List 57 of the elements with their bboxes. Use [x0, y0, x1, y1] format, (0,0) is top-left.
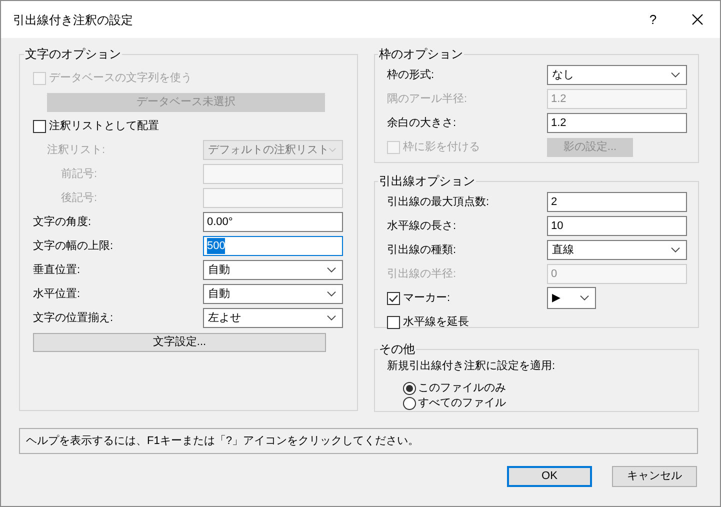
field-label: 文字の位置揃え:	[33, 312, 114, 324]
chevron-icon	[327, 315, 336, 321]
field-label: 前記号:	[61, 168, 98, 180]
checkbox[interactable]	[387, 292, 400, 304]
dropdown[interactable]: 直線	[547, 240, 687, 260]
group-title: 枠のオプション	[378, 46, 464, 63]
chevron-icon	[327, 267, 336, 273]
checkbox-label: データベースの文字列を使う	[49, 70, 192, 86]
input-field[interactable]: 0.00°	[203, 212, 343, 232]
chevron-icon	[671, 247, 680, 253]
window-title: 引出線付き注釈の設定	[13, 12, 133, 28]
chevron-icon	[329, 147, 336, 153]
input-field[interactable]: 500	[203, 236, 343, 256]
field-label: 引出線の最大頂点数:	[387, 196, 490, 208]
dialog-button[interactable]: キャンセル	[612, 466, 697, 487]
radio-button[interactable]	[403, 396, 416, 410]
checkbox-label: マーカー:	[403, 290, 450, 306]
checkbox[interactable]	[387, 316, 400, 328]
radio-button[interactable]	[403, 382, 416, 394]
field-label: 隅のアール半径:	[387, 92, 468, 105]
checkbox-label: 水平線を延長	[403, 314, 469, 330]
help-button[interactable]: ?	[638, 4, 668, 34]
field-label: 後記号:	[61, 192, 98, 204]
chevron-icon	[671, 72, 680, 78]
group-label: 新規引出線付き注釈に設定を適用:	[387, 358, 556, 374]
field-label: 垂直位置:	[33, 264, 80, 276]
group-title: 文字のオプション	[24, 46, 122, 63]
checkbox[interactable]	[33, 120, 46, 132]
chevron-icon	[327, 291, 336, 297]
checkbox-label: 枠に影を付ける	[403, 140, 480, 155]
dropdown[interactable]: なし	[547, 65, 687, 85]
field-label: 注釈リスト:	[47, 144, 106, 156]
field-label: 引出線の種類:	[387, 244, 456, 256]
checkbox-label: 注釈リストとして配置	[49, 118, 159, 134]
input-field[interactable]: 1.2	[547, 113, 687, 133]
dropdown[interactable]: 自動	[203, 284, 343, 304]
chevron-icon	[580, 295, 589, 301]
field-label: 枠の形式:	[387, 68, 434, 81]
input-field[interactable]: 2	[547, 192, 687, 212]
field-label: 余白の大きさ:	[387, 116, 456, 129]
button[interactable]: 文字設定...	[33, 332, 326, 352]
field-label: 水平位置:	[33, 288, 80, 300]
field-label: 文字の幅の上限:	[33, 240, 114, 252]
radio-label: このファイルのみ	[418, 380, 506, 396]
input-field[interactable]: 10	[547, 216, 687, 236]
field-label: 引出線の半径:	[387, 268, 456, 280]
field-label: 文字の角度:	[33, 216, 92, 228]
group-title: 引出線オプション	[378, 173, 476, 190]
close-icon	[692, 14, 702, 25]
dropdown[interactable]: 自動	[203, 260, 343, 280]
radio-label: すべてのファイル	[418, 396, 506, 411]
dropdown[interactable]: 左よせ	[203, 308, 343, 328]
dialog-button[interactable]: OK	[507, 466, 592, 487]
field-label: 水平線の長さ:	[387, 220, 456, 232]
group-title: その他	[378, 341, 416, 358]
help-text: ヘルプを表示するには、F1キーまたは「?」アイコンをクリックしてください。	[26, 434, 419, 449]
dropdown[interactable]: ▶	[547, 287, 596, 309]
